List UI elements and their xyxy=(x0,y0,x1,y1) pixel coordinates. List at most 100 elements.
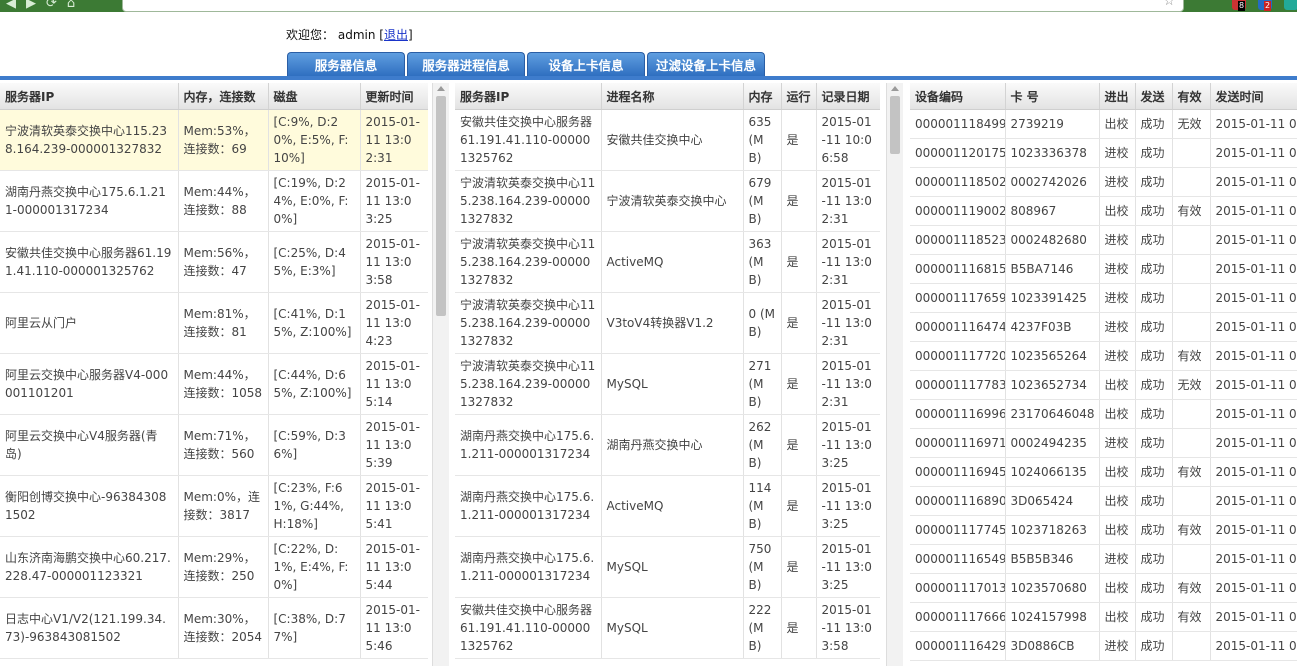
address-bar[interactable]: ☆ xyxy=(122,0,1184,12)
column-header[interactable]: 进程名称 xyxy=(601,83,744,110)
table-row[interactable]: 山东济南海鹏交换中心60.217.228.47-000001123321 Mem:… xyxy=(0,536,428,598)
column-header[interactable]: 有效 xyxy=(1172,83,1211,110)
card-number-cell: 2739219 xyxy=(1005,109,1100,139)
record-date-cell: 2015-01-11 10:06:58 xyxy=(816,109,880,171)
device-code-cell: 000001116996 xyxy=(910,399,1006,429)
memory-cell: 635 (MB) xyxy=(743,109,782,171)
column-header[interactable]: 卡 号 xyxy=(1005,83,1100,110)
table-row[interactable]: 000001117013 1023570680 出校 成功 有效 2015-01-11 0… xyxy=(910,573,1297,603)
send-status-cell: 成功 xyxy=(1135,138,1173,168)
table-row[interactable]: 阿里云从门户 Mem:81%，连接数：81 [C:41%, D:15%, Z:100… xyxy=(0,292,428,354)
send-time-cell: 2015-01-11 05:5 xyxy=(1210,138,1297,168)
memory-connections-cell: Mem:71%，连接数：560 xyxy=(178,414,269,476)
memory-connections-cell: Mem:44%，连接数：88 xyxy=(178,170,269,232)
table-row[interactable]: 000001116549B5B5B346进校成功 2015-01-11 08:3 xyxy=(910,544,1297,574)
table-row[interactable]: 日志中心V1/V2(121.199.34.73)-963843081502 Mem… xyxy=(0,597,428,659)
column-header[interactable]: 记录日期 xyxy=(816,83,880,110)
logout-link[interactable]: 退出 xyxy=(384,28,408,42)
table-row[interactable]: 安徽共佳交换中心服务器61.191.41.110-000001325762 MyS… xyxy=(455,597,880,659)
column-header[interactable]: 更新时间 xyxy=(360,83,428,110)
process-info-scrollbar[interactable] xyxy=(886,83,903,666)
running-cell: 是 xyxy=(781,597,817,659)
column-header[interactable]: 进出 xyxy=(1099,83,1136,110)
column-header[interactable]: 服务器IP xyxy=(455,83,602,110)
running-cell: 是 xyxy=(781,170,817,232)
table-row[interactable]: 0000011185020002742026进校成功 2015-01-11 06:… xyxy=(910,167,1297,197)
column-header[interactable]: 发送 xyxy=(1135,83,1173,110)
table-row[interactable]: 0000011168903D065424出校成功 2015-01-11 08:3 xyxy=(910,486,1297,516)
column-header[interactable]: 服务器IP xyxy=(0,83,179,110)
table-row[interactable]: 湖南丹燕交换中心175.6.1.211-000001317234 MySQL 750… xyxy=(455,536,880,598)
process-name-cell: ActiveMQ xyxy=(601,475,744,537)
table-row[interactable]: 宁波清软英泰交换中心115.238.164.239-000001327832 宁波… xyxy=(455,170,880,232)
scroll-up-icon[interactable] xyxy=(437,86,445,91)
send-status-cell: 成功 xyxy=(1135,515,1173,545)
table-row[interactable]: 000001116815B5BA7146进校成功 2015-01-11 07:2 xyxy=(910,254,1297,284)
send-status-cell: 成功 xyxy=(1135,109,1173,139)
table-row[interactable]: 湖南丹燕交换中心175.6.1.211-000001317234 ActiveMQ… xyxy=(455,475,880,537)
in-out-cell: 出校 xyxy=(1099,196,1136,226)
table-row[interactable]: 湖南丹燕交换中心175.6.1.211-000001317234 Mem:44%，… xyxy=(0,170,428,232)
table-row[interactable]: 000001119002808967出校成功有效2015-01-11 07:0 xyxy=(910,196,1297,226)
table-row[interactable]: 000001116945 1024066135 出校 成功 有效 2015-01-11 0… xyxy=(910,457,1297,487)
valid-cell xyxy=(1172,283,1211,313)
valid-cell: 有效 xyxy=(1172,602,1211,632)
scroll-thumb[interactable] xyxy=(890,96,900,154)
send-time-cell: 2015-01-11 05:4 xyxy=(1210,109,1297,139)
table-row[interactable]: 阿里云交换中心V4服务器(青岛) Mem:71%，连接数：560 [C:59%, D… xyxy=(0,414,428,476)
tab-device-card[interactable]: 设备上卡信息 xyxy=(527,52,645,76)
column-header[interactable]: 运行 xyxy=(781,83,817,110)
disk-cell: [C:19%, D:24%, E:0%, F:0%] xyxy=(268,170,361,232)
table-row[interactable]: 安徽共佳交换中心服务器61.191.41.110-000001325762 安徽共… xyxy=(455,109,880,171)
table-row[interactable]: 00000111699623170646048出校成功 2015-01-11 08… xyxy=(910,399,1297,429)
in-out-cell: 出校 xyxy=(1099,370,1136,400)
table-row[interactable]: 000001117666 1024157998 出校 成功 有效 2015-01-11 0… xyxy=(910,602,1297,632)
device-code-cell: 000001116429 xyxy=(910,631,1006,661)
card-number-cell: 1023652734 xyxy=(1005,370,1100,400)
table-row[interactable]: 湖南丹燕交换中心175.6.1.211-000001317234 湖南丹燕交换中心… xyxy=(455,414,880,476)
column-header[interactable]: 磁盘 xyxy=(268,83,361,110)
scroll-up-icon[interactable] xyxy=(891,86,899,91)
table-row[interactable]: 0000011201751023336378进校成功 2015-01-11 05:… xyxy=(910,138,1297,168)
table-row[interactable]: 000001117745 1023718263 出校 成功 有效 2015-01-11 0… xyxy=(910,515,1297,545)
table-row[interactable]: 阿里云交换中心服务器V4-000001101201 Mem:44%，连接数：105… xyxy=(0,353,428,415)
table-row[interactable]: 0000011176591023391425进校成功 2015-01-11 07:… xyxy=(910,283,1297,313)
table-row[interactable]: 宁波清软英泰交换中心115.238.164.239-000001327832 V3… xyxy=(455,292,880,354)
table-row[interactable]: 衡阳创博交换中心-963843081502 Mem:0%，连接数：3817 [C:2… xyxy=(0,475,428,537)
table-row[interactable]: 0000011184992739219出校成功无效2015-01-11 05:4 xyxy=(910,109,1297,139)
tab-filtered-device-card[interactable]: 过滤设备上卡信息 xyxy=(647,52,765,76)
table-row[interactable]: 0000011164744237F03B进校成功 2015-01-11 07:4 xyxy=(910,312,1297,342)
column-header[interactable]: 内存 xyxy=(743,83,782,110)
disk-cell: [C:23%, F:61%, G:44%, H:18%] xyxy=(268,475,361,537)
memory-connections-cell: Mem:53%，连接数：69 xyxy=(178,109,269,171)
table-row[interactable]: 0000011164293D0886CB进校成功 2015-01-11 08:4 xyxy=(910,631,1297,661)
server-info-scrollbar[interactable] xyxy=(432,83,449,666)
table-row[interactable]: 宁波清软英泰交换中心115.238.164.239-000001327832 Ac… xyxy=(455,231,880,293)
table-row[interactable]: 宁波清软英泰交换中心115.238.164.239-000001327832 Me… xyxy=(0,109,428,171)
extension-icon[interactable] xyxy=(1284,0,1297,10)
table-row[interactable]: 000001117783 1023652734 出校 成功 无效 2015-01-11 0… xyxy=(910,370,1297,400)
update-time-cell: 2015-01-11 13:05:39 xyxy=(360,414,428,476)
star-icon[interactable]: ☆ xyxy=(1163,0,1175,9)
tab-server-info[interactable]: 服务器信息 xyxy=(287,52,405,76)
column-header[interactable]: 发送时间 xyxy=(1210,83,1297,110)
device-code-cell: 000001119002 xyxy=(910,196,1006,226)
table-row[interactable]: 000001117720 1023565264 进校 成功 有效 2015-01-11 0… xyxy=(910,341,1297,371)
tab-server-process[interactable]: 服务器进程信息 xyxy=(407,52,525,76)
server-ip-cell: 宁波清软英泰交换中心115.238.164.239-000001327832 xyxy=(455,292,602,354)
device-code-cell: 000001116945 xyxy=(910,457,1006,487)
column-header[interactable]: 内存，连接数 xyxy=(178,83,269,110)
scroll-thumb[interactable] xyxy=(436,96,446,316)
process-info-table: 服务器IP 进程名称 内存 运行 记录日期 安徽共佳交换中心服务器61.191.41.1… xyxy=(455,83,880,659)
table-row[interactable]: 0000011169710002494235进校成功 2015-01-11 08:… xyxy=(910,428,1297,458)
table-row[interactable]: 安徽共佳交换中心服务器61.191.41.110-000001325762 Mem… xyxy=(0,231,428,293)
table-row[interactable]: 0000011185230002482680进校成功 2015-01-11 07:… xyxy=(910,225,1297,255)
send-status-cell: 成功 xyxy=(1135,399,1173,429)
process-name-cell: MySQL xyxy=(601,353,744,415)
column-header[interactable]: 设备编码 xyxy=(910,83,1006,110)
back-forward-reload-icon[interactable]: ◀▶⟳⌂ xyxy=(6,0,85,11)
table-row[interactable]: 宁波清软英泰交换中心115.238.164.239-000001327832 My… xyxy=(455,353,880,415)
record-date-cell: 2015-01-11 13:03:25 xyxy=(816,414,880,476)
record-date-cell: 2015-01-11 13:03:58 xyxy=(816,597,880,659)
send-status-cell: 成功 xyxy=(1135,225,1173,255)
